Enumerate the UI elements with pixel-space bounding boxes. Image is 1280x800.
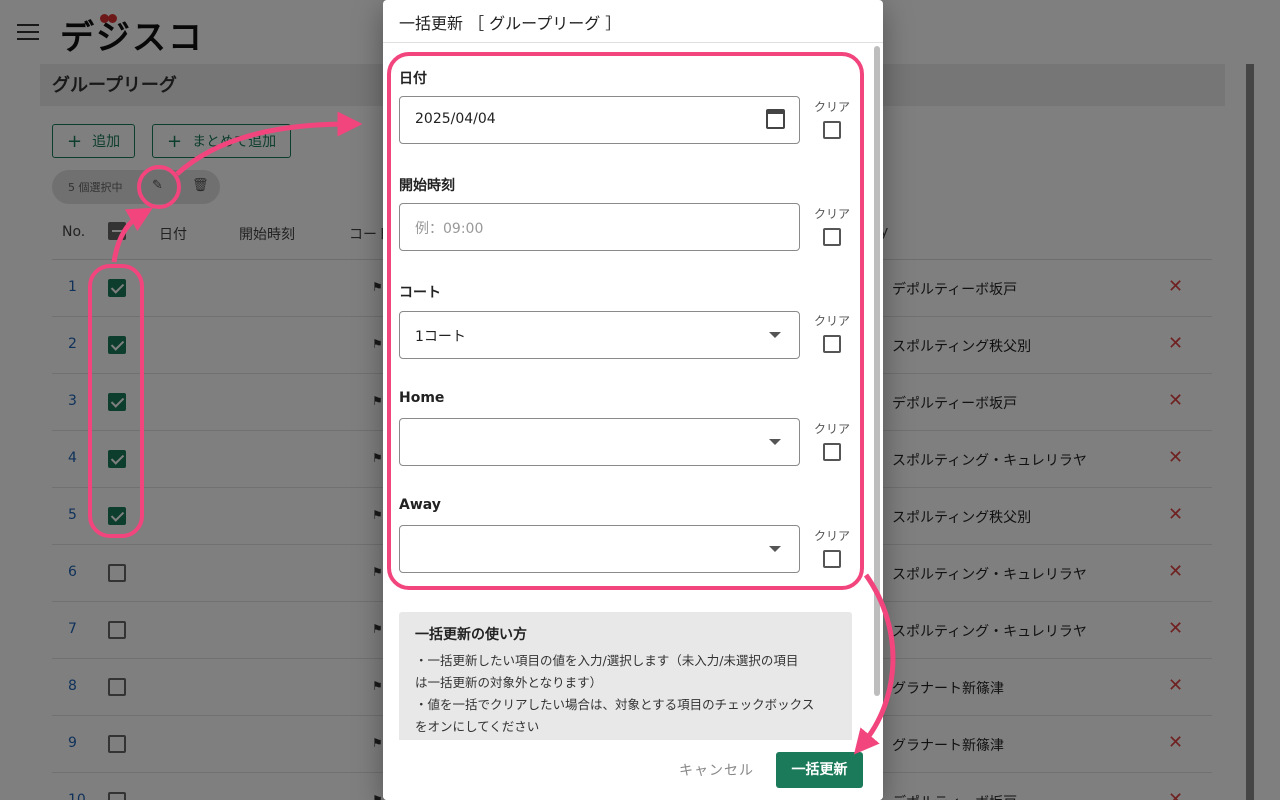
dialog-scrollbar[interactable] — [874, 46, 880, 696]
start-time-placeholder: 例：09:00 — [415, 221, 484, 237]
court-clear: クリア — [811, 312, 853, 353]
clear-label: クリア — [813, 314, 850, 328]
calendar-icon[interactable] — [766, 109, 785, 129]
start-time-clear-checkbox[interactable] — [823, 228, 841, 246]
home-clear: クリア — [811, 420, 853, 461]
help-line: ・値を一括でクリアしたい場合は、対象とする項目のチェックボックス — [415, 697, 815, 712]
start-time-input[interactable]: 例：09:00 — [399, 203, 800, 251]
help-line: ・一括更新したい項目の値を入力/選択します（未入力/未選択の項目 — [415, 653, 799, 668]
dialog-body: 日付 2025/04/04 クリア 開始時刻 例：09:00 クリア コート 1… — [383, 43, 883, 740]
chevron-down-icon — [769, 546, 781, 552]
cancel-button[interactable]: キャンセル — [679, 760, 754, 780]
home-label: Home — [399, 390, 445, 406]
away-clear: クリア — [811, 527, 853, 568]
clear-label: クリア — [813, 422, 850, 436]
away-label: Away — [399, 497, 441, 513]
date-input[interactable]: 2025/04/04 — [399, 96, 800, 144]
court-value: 1コート — [415, 329, 466, 345]
home-clear-checkbox[interactable] — [823, 443, 841, 461]
start-time-clear: クリア — [811, 205, 853, 246]
help-line: は一括更新の対象外となります） — [415, 675, 603, 690]
dialog-title: 一括更新 ［ グループリーグ ］ — [399, 14, 622, 33]
date-value: 2025/04/04 — [415, 111, 496, 127]
start-time-label: 開始時刻 — [399, 178, 455, 194]
away-clear-checkbox[interactable] — [823, 550, 841, 568]
clear-label: クリア — [813, 100, 850, 114]
away-select[interactable] — [399, 525, 800, 573]
court-select[interactable]: 1コート — [399, 311, 800, 359]
clear-label: クリア — [813, 529, 850, 543]
help-line: をオンにしてください — [415, 719, 540, 734]
chevron-down-icon — [769, 332, 781, 338]
court-label: コート — [399, 285, 441, 301]
help-title: 一括更新の使い方 — [415, 627, 527, 643]
dialog-footer: キャンセル 一括更新 — [383, 740, 883, 800]
chevron-down-icon — [769, 439, 781, 445]
date-clear-checkbox[interactable] — [823, 121, 841, 139]
help-box: 一括更新の使い方 ・一括更新したい項目の値を入力/選択します（未入力/未選択の項… — [399, 612, 852, 740]
date-label: 日付 — [399, 71, 427, 87]
bulk-update-button[interactable]: 一括更新 — [776, 752, 863, 788]
court-clear-checkbox[interactable] — [823, 335, 841, 353]
home-select[interactable] — [399, 418, 800, 466]
clear-label: クリア — [813, 207, 850, 221]
date-clear: クリア — [811, 98, 853, 139]
bulk-update-dialog: 一括更新 ［ グループリーグ ］ 日付 2025/04/04 クリア 開始時刻 … — [383, 0, 883, 800]
